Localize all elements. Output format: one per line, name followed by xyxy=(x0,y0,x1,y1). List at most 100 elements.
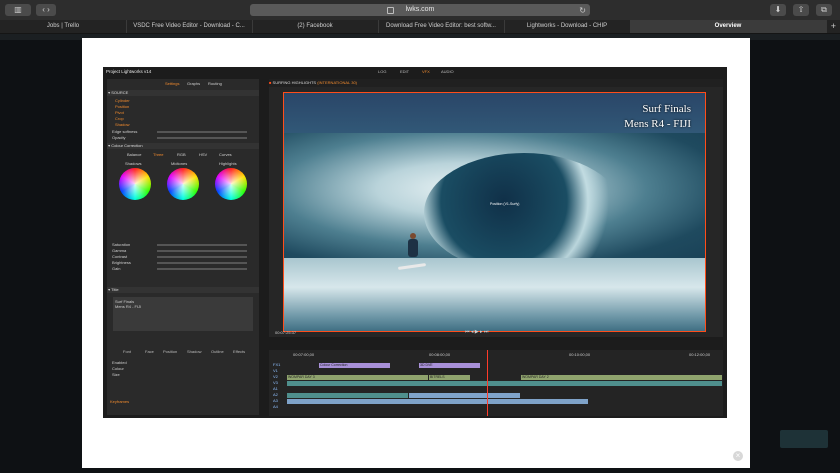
track-label-a1[interactable]: A1 xyxy=(273,386,278,391)
tab-lightworks-chip[interactable]: Lightworks - Download - CHIP xyxy=(504,20,631,33)
highlights-color-wheel[interactable] xyxy=(215,168,247,200)
prop-gamma: Gamma xyxy=(112,248,127,253)
opacity-slider[interactable] xyxy=(157,137,247,139)
tab-graphs[interactable]: Graphs xyxy=(187,81,200,86)
edge-softness-label: Edge softness xyxy=(112,129,138,134)
source-item-cylinder[interactable]: Cylinder xyxy=(115,98,130,103)
mode-log[interactable]: LOG xyxy=(378,69,386,74)
title-section-header[interactable]: ▾ Title xyxy=(107,287,259,293)
new-tab-button[interactable]: + xyxy=(831,20,836,33)
outline-size-label: Size xyxy=(112,372,120,377)
clip-colour-correction[interactable]: Colour Correction xyxy=(319,363,390,368)
tab-settings[interactable]: Settings xyxy=(165,81,179,86)
sidebar-toggle-button[interactable]: ▥ xyxy=(5,4,31,16)
transport-buttons[interactable]: ⏮ ◂ ▶ ▸ ⏭ xyxy=(465,329,488,335)
track-label-v2[interactable]: V2 xyxy=(273,374,278,379)
timeline-panel: 00:07:00,00 00:08:00,00 00:10:00,00 00:1… xyxy=(269,350,723,416)
clip-audio-a2b[interactable] xyxy=(409,393,520,398)
cc-section-header[interactable]: ▾ Colour Correction xyxy=(107,143,259,149)
download-button[interactable]: ⬇ xyxy=(770,4,786,16)
font-tab-face[interactable]: Face xyxy=(145,349,154,354)
edge-softness-slider[interactable] xyxy=(157,131,247,133)
title-text-box[interactable]: Surf Finals Mens R4 - FIJI xyxy=(113,297,253,331)
font-tab-font[interactable]: Font xyxy=(123,349,131,354)
clip-v2-segment[interactable] xyxy=(377,375,428,380)
clip-audio-a3[interactable] xyxy=(287,399,588,404)
back-forward-buttons[interactable]: ‹ › xyxy=(36,4,56,16)
mode-audio[interactable]: AUDIO xyxy=(441,69,454,74)
tabs-overview-button[interactable]: ⧉ xyxy=(816,4,832,16)
mode-edit[interactable]: EDIT xyxy=(400,69,409,74)
track-label-v3[interactable]: V3 xyxy=(273,380,278,385)
transform-handle-label[interactable]: Position (V1-Surfy) xyxy=(490,202,519,206)
outline-colour-label: Colour xyxy=(112,366,124,371)
address-bar[interactable]: lwks.com ↻ xyxy=(250,4,590,16)
close-icon[interactable]: × xyxy=(733,451,743,461)
font-tab-position[interactable]: Position xyxy=(163,349,177,354)
track-label-v1[interactable]: V1 xyxy=(273,368,278,373)
url-text: lwks.com xyxy=(405,6,435,13)
clip-audio-a2[interactable] xyxy=(287,393,408,398)
surfer-figure xyxy=(397,233,427,270)
source-item-pivot[interactable]: Pivot xyxy=(115,110,124,115)
track-label-a2[interactable]: A2 xyxy=(273,392,278,397)
shadows-color-wheel[interactable] xyxy=(119,168,151,200)
tab-facebook[interactable]: (2) Facebook xyxy=(252,20,379,33)
tab-bar: Jobs | Trello VSDC Free Video Editor - D… xyxy=(0,20,840,34)
source-item-shadow[interactable]: Shadow xyxy=(115,122,129,127)
cc-tab-three[interactable]: Three xyxy=(153,152,163,157)
track-label-a4[interactable]: A4 xyxy=(273,404,278,409)
viewer-timecode: 00:07:25:37 xyxy=(275,330,297,335)
track-label-fx1[interactable]: FX1 xyxy=(273,362,280,367)
video-frame[interactable]: Surf Finals Mens R4 - FIJI Position (V1-… xyxy=(283,92,706,332)
mode-vfx[interactable]: VFX xyxy=(422,69,430,74)
cc-tab-balance[interactable]: Balance xyxy=(127,152,141,157)
cc-tab-rgb[interactable]: RGB xyxy=(177,152,186,157)
cc-tab-hsv[interactable]: HSV xyxy=(199,152,207,157)
timeline-playhead[interactable] xyxy=(487,350,488,416)
brightness-slider[interactable] xyxy=(157,262,247,264)
transport-controls: 00:07:25:37 ⏮ ◂ ▶ ▸ ⏭ xyxy=(269,329,723,337)
tab-overview[interactable]: Overview xyxy=(630,20,827,33)
font-tab-shadow[interactable]: Shadow xyxy=(187,349,201,354)
surfboard xyxy=(397,263,427,270)
tab-vsdc[interactable]: VSDC Free Video Editor - Download - C... xyxy=(126,20,253,33)
clip-wompar-day-3[interactable]: WOMPAR DAY 3 xyxy=(287,375,378,380)
browser-toolbar: ▥ ‹ › lwks.com ↻ ⬇ ⇧ ⧉ xyxy=(0,0,840,20)
wheel-label-shadows: Shadows xyxy=(125,161,142,166)
source-item-position[interactable]: Position xyxy=(115,104,129,109)
tab-trello[interactable]: Jobs | Trello xyxy=(0,20,127,33)
overlay-title: Surf Finals xyxy=(642,103,691,115)
share-button[interactable]: ⇧ xyxy=(793,4,809,16)
project-title: Project Lightworks v14 xyxy=(106,69,152,74)
gamma-slider[interactable] xyxy=(157,250,247,252)
tab-download-editor[interactable]: Download Free Video Editor: best softw..… xyxy=(378,20,505,33)
source-section-header[interactable]: ▾ SOURCE xyxy=(107,90,259,96)
clip-v3-track[interactable] xyxy=(287,381,722,386)
viewer-subtitle: (INTERNATIONAL 30) xyxy=(317,80,358,85)
clip-3d-dve[interactable]: 3D DVE xyxy=(419,363,480,368)
gain-slider[interactable] xyxy=(157,268,247,270)
keyframes-label: Keyframes xyxy=(110,399,130,404)
lightworks-screenshot: Project Lightworks v14 LOG EDIT VFX AUDI… xyxy=(103,67,727,418)
font-tab-outline[interactable]: Outline xyxy=(211,349,224,354)
ruler-tick-4: 00:12:00,00 xyxy=(689,352,711,357)
tab-routing[interactable]: Routing xyxy=(208,81,222,86)
clip-wompar-day-2[interactable]: WOMPAR DAY 2 xyxy=(521,375,722,380)
midtones-color-wheel[interactable] xyxy=(167,168,199,200)
reload-icon[interactable]: ↻ xyxy=(579,5,586,17)
viewer-title: SURFING HIGHLIGHTS xyxy=(272,80,317,85)
viewer-panel: ■ SURFING HIGHLIGHTS (INTERNATIONAL 30) … xyxy=(269,79,723,337)
cc-tab-curves[interactable]: Curves xyxy=(219,152,232,157)
frame-foam xyxy=(284,258,705,331)
ruler-tick-3: 00:10:00,00 xyxy=(569,352,591,357)
saturation-slider[interactable] xyxy=(157,244,247,246)
clip-bitrels[interactable]: BITRELS xyxy=(429,375,470,380)
effects-panel: Settings Graphs Routing ▾ SOURCE Cylinde… xyxy=(107,79,259,415)
viewer-header: ■ SURFING HIGHLIGHTS (INTERNATIONAL 30) xyxy=(269,79,723,87)
backdrop-button xyxy=(780,430,828,448)
track-label-a3[interactable]: A3 xyxy=(273,398,278,403)
contrast-slider[interactable] xyxy=(157,256,247,258)
source-item-crop[interactable]: Crop xyxy=(115,116,124,121)
font-tab-effects[interactable]: Effects xyxy=(233,349,245,354)
